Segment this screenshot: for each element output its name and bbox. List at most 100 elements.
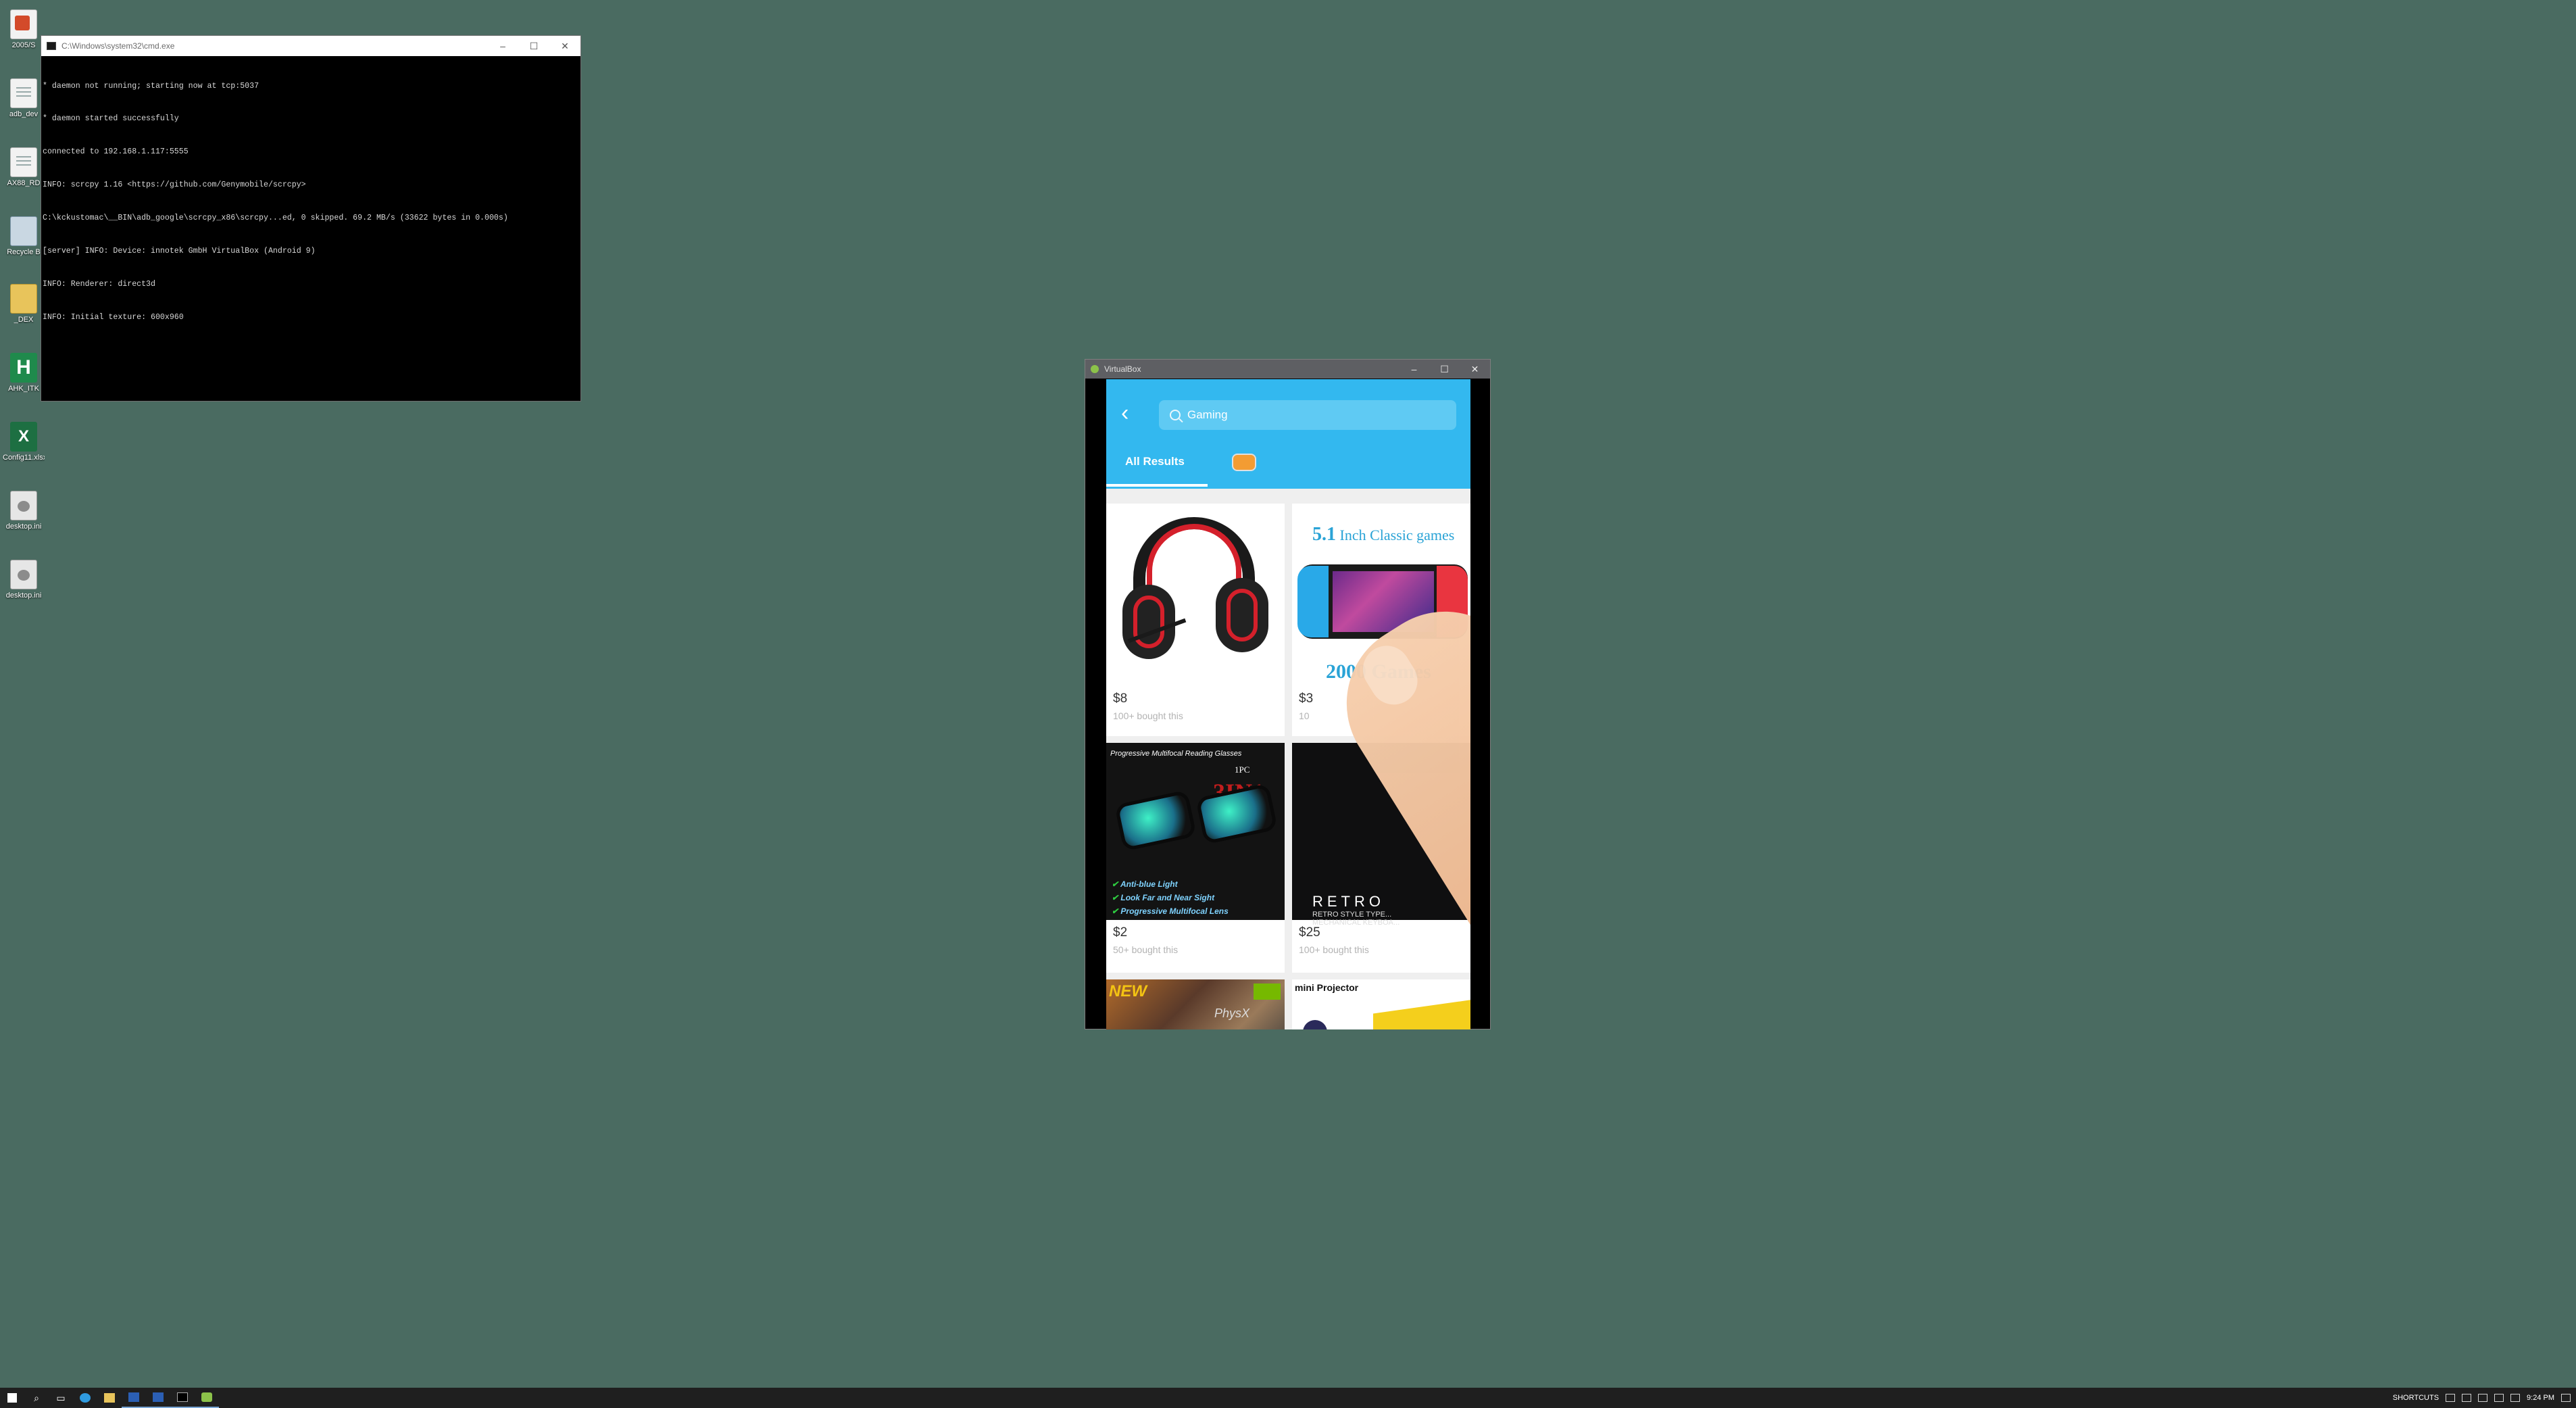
edge-icon[interactable] (73, 1388, 97, 1408)
desktop-icon-1[interactable]: 2005/S (3, 9, 45, 49)
desktop-icon-label: AHK_ITK (8, 385, 39, 393)
tab-badge-icon[interactable] (1232, 454, 1256, 471)
product-price: $25 (1299, 925, 1320, 940)
maximize-button[interactable]: ☐ (1429, 360, 1460, 379)
desktop-icon-8[interactable]: desktop.ini (3, 491, 45, 531)
windows-start-icon[interactable] (0, 1388, 24, 1408)
product-price: $3 (1299, 691, 1314, 706)
word-icon[interactable] (122, 1388, 146, 1408)
settings-file-icon (10, 491, 37, 520)
file-explorer-icon[interactable] (97, 1388, 122, 1408)
keyboard-brand: RETRO (1312, 893, 1385, 910)
desktop-icon-label: Recycle B (7, 248, 41, 256)
document-icon (10, 147, 37, 177)
desktop-icon-7[interactable]: X Config11.xlsx (3, 422, 45, 462)
document-icon (10, 78, 37, 108)
folder-icon (10, 284, 37, 314)
settings-file-icon (10, 560, 37, 589)
product-sold: 50+ bought this (1113, 944, 1179, 955)
cmd-title: C:\Windows\system32\cmd.exe (61, 41, 175, 51)
product-card[interactable]: Progressive Multifocal Reading Glasses 1… (1106, 743, 1285, 973)
tab-indicator (1106, 484, 1208, 487)
keyboard-sub: RETRO STYLE TYPE... MECHANICAL KEYBOA... (1312, 911, 1400, 927)
game-badge: NEW (1109, 982, 1147, 1000)
desktop-icon-5[interactable]: _DEX (3, 284, 45, 324)
tray-icon[interactable] (2462, 1394, 2472, 1402)
network-icon[interactable] (2494, 1394, 2504, 1402)
nvidia-logo-icon (1254, 984, 1281, 1000)
console-size: 5.1 (1312, 524, 1336, 545)
desktop-icon-label: Config11.xlsx (3, 454, 45, 462)
cmd-icon[interactable] (170, 1388, 195, 1408)
projector-image (1373, 999, 1470, 1029)
virtualbox-window[interactable]: VirtualBox – ☐ ✕ ‹ Gaming All Results $8… (1085, 359, 1491, 1029)
volume-icon[interactable] (2510, 1394, 2521, 1402)
game-label: PhysX (1214, 1006, 1250, 1020)
taskbar: ⌕ ▭ SHORTCUTS 9:24 PM (0, 1388, 2576, 1408)
device-screen[interactable]: ‹ Gaming All Results $8 100+ bought this… (1106, 379, 1470, 1029)
product-sold: 10 (1299, 710, 1310, 721)
close-button[interactable]: ✕ (549, 36, 580, 56)
console-line: INFO: Renderer: direct3d (43, 279, 155, 289)
minimize-button[interactable]: – (487, 36, 518, 56)
recycle-bin-icon (10, 216, 37, 246)
glasses-tag: 1PC (1235, 764, 1250, 775)
console-line: [server] INFO: Device: innotek GmbH Virt… (43, 247, 316, 256)
search-query: Gaming (1187, 408, 1228, 421)
keyboard-note: Almost (1393, 931, 1428, 942)
console-line: * daemon not running; starting now at tc… (43, 81, 259, 91)
search-icon[interactable]: ⌕ (24, 1388, 49, 1408)
pdf-document-icon (10, 9, 37, 39)
maximize-button[interactable]: ☐ (518, 36, 549, 56)
tab-all-results[interactable]: All Results (1125, 455, 1185, 468)
cmd-window[interactable]: C:\Windows\system32\cmd.exe – ☐ ✕ * daem… (41, 35, 581, 402)
glasses-bullet: Look Far and Near Sight (1112, 893, 1214, 902)
desktop-icon-label: 2005/S (11, 41, 36, 49)
search-input[interactable]: Gaming (1159, 400, 1456, 430)
desktop-icon-recycle-bin[interactable]: Recycle B (3, 216, 45, 256)
glasses-bullet: Progressive Multifocal Lens (1112, 906, 1228, 916)
headphones-image (1106, 504, 1285, 686)
console-line: * daemon started successfully (43, 114, 179, 124)
task-view-icon[interactable]: ▭ (49, 1388, 73, 1408)
glasses-image: Progressive Multifocal Reading Glasses 1… (1106, 743, 1285, 920)
excel-icon: X (10, 422, 37, 452)
notification-icon[interactable] (2561, 1394, 2571, 1402)
shortcuts-label[interactable]: SHORTCUTS (2393, 1394, 2439, 1402)
desktop-icon-3[interactable]: AX88_RD (3, 147, 45, 187)
battery-icon[interactable] (2478, 1394, 2488, 1402)
android-icon (1091, 365, 1099, 373)
product-price: $2 (1113, 925, 1128, 940)
virtualbox-title: VirtualBox (1104, 364, 1141, 374)
minimize-button[interactable]: – (1399, 360, 1429, 379)
cmd-titlebar[interactable]: C:\Windows\system32\cmd.exe – ☐ ✕ (41, 36, 580, 56)
product-sold: 100+ bought this (1299, 944, 1369, 955)
glasses-bullet: Anti-blue Light (1112, 879, 1178, 889)
glasses-banner: Progressive Multifocal Reading Glasses (1110, 750, 1242, 758)
desktop-icon-2[interactable]: adb_dev (3, 78, 45, 118)
desktop-icon-label: desktop.ini (5, 591, 42, 600)
projector-lens-icon (1303, 1020, 1327, 1029)
desktop-icon-label: adb_dev (9, 110, 39, 118)
desktop-icon-9[interactable]: desktop.ini (3, 560, 45, 600)
console-output[interactable]: * daemon not running; starting now at tc… (41, 56, 580, 348)
word-icon[interactable] (146, 1388, 170, 1408)
console-headline: Inch Classic games (1336, 527, 1455, 543)
clock[interactable]: 9:24 PM (2527, 1394, 2554, 1402)
product-card[interactable]: NEW PhysX (1106, 979, 1285, 1029)
product-card[interactable]: $8 100+ bought this (1106, 504, 1285, 736)
back-arrow-icon[interactable]: ‹ (1121, 401, 1145, 425)
console-line: C:\kckustomac\__BIN\adb_google\scrcpy_x8… (43, 214, 508, 223)
close-button[interactable]: ✕ (1460, 360, 1490, 379)
virtualbox-titlebar[interactable]: VirtualBox – ☐ ✕ (1085, 360, 1490, 379)
product-card[interactable]: mini Projector (1292, 979, 1470, 1029)
tray-icon[interactable] (2446, 1394, 2456, 1402)
scrcpy-icon[interactable] (195, 1388, 219, 1408)
autohotkey-icon: H (10, 353, 37, 383)
desktop-icon-6[interactable]: H AHK_ITK (3, 353, 45, 393)
search-icon (1170, 410, 1181, 420)
app-header: ‹ Gaming All Results (1106, 379, 1470, 489)
product-sold: 100+ bought this (1113, 710, 1183, 721)
console-line: INFO: Initial texture: 600x960 (43, 312, 184, 322)
desktop-icon-label: AX88_RD (7, 179, 41, 187)
